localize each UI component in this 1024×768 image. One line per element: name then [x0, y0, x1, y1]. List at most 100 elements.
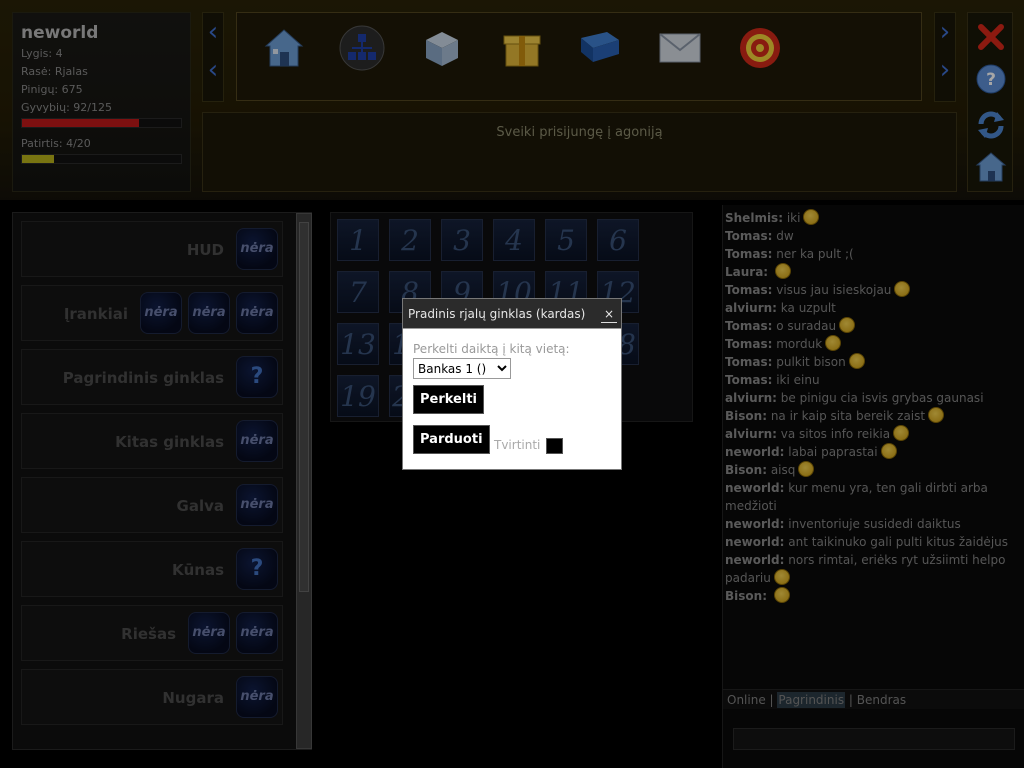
move-prompt: Perkelti daiktą į kitą vietą:: [413, 342, 570, 356]
book-icon[interactable]: [575, 23, 625, 73]
inventory-slot[interactable]: 1: [337, 219, 379, 261]
inventory-slot[interactable]: 13: [337, 323, 379, 365]
unknown-item-icon[interactable]: ?: [236, 548, 278, 590]
equipment-slot: Pagrindinis ginklas?: [21, 349, 283, 405]
chat-log: Shelmis: iki Tomas: dw Tomas: ner ka pult …: [725, 209, 1021, 687]
empty-item-slot[interactable]: nėra: [236, 420, 278, 462]
equipment-slot: Kitas ginklas nėra: [21, 413, 283, 469]
clan-icon[interactable]: [337, 23, 387, 73]
player-level: Lygis: 4: [21, 47, 63, 60]
inventory-slot[interactable]: 2: [389, 219, 431, 261]
empty-item-slot[interactable]: nėra: [236, 612, 278, 654]
chat-text: inventoriuje susidedi daiktus: [788, 517, 961, 531]
chat-author[interactable]: alviurn:: [725, 391, 777, 405]
confirm-label: Tvirtinti: [494, 438, 541, 452]
equipment-scrollbar[interactable]: [296, 213, 312, 749]
slot-label: Nugara: [162, 689, 224, 707]
chat-message: neworld: inventoriuje susidedi daiktus: [725, 515, 1021, 533]
inventory-slot[interactable]: 3: [441, 219, 483, 261]
chat-author[interactable]: neworld:: [725, 535, 784, 549]
player-health: Gyvybių: 92/125: [21, 101, 112, 114]
unknown-item-icon[interactable]: ?: [236, 356, 278, 398]
chat-text: be pinigu cia isvis grybas gaunasi: [780, 391, 984, 405]
chat-author[interactable]: Bison:: [725, 463, 767, 477]
smiley-icon: [928, 407, 945, 423]
chat-input[interactable]: [733, 728, 1015, 750]
chat-author[interactable]: neworld:: [725, 553, 784, 567]
equipment-slot: Kūnas?: [21, 541, 283, 597]
chat-tab[interactable]: Bendras: [857, 693, 906, 707]
chat-text: visus jau isieskojau: [776, 283, 892, 297]
sell-button[interactable]: Parduoti: [413, 425, 490, 454]
chat-author[interactable]: neworld:: [725, 517, 784, 531]
gift-icon[interactable]: [497, 23, 547, 73]
welcome-panel: Sveiki prisijungę į agoniją: [202, 112, 957, 192]
toolbar-left-arrows: ‹ ‹: [202, 12, 224, 102]
inventory-slot[interactable]: 4: [493, 219, 535, 261]
mail-icon[interactable]: [655, 23, 705, 73]
item-dialog: Pradinis rjalų ginklas (kardas) × Perkel…: [402, 298, 622, 470]
chat-author[interactable]: Bison:: [725, 409, 767, 423]
empty-item-slot[interactable]: nėra: [236, 228, 278, 270]
chat-author[interactable]: Tomas:: [725, 373, 772, 387]
chat-message: Tomas: dw: [725, 227, 1021, 245]
home-icon[interactable]: [973, 149, 1009, 185]
close-icon[interactable]: [973, 19, 1009, 55]
item-slot-label: nėra: [240, 433, 274, 448]
empty-item-slot[interactable]: nėra: [140, 292, 182, 334]
chat-text: iki einu: [776, 373, 820, 387]
chat-tab[interactable]: Online: [727, 693, 766, 707]
inventory-slot[interactable]: 7: [337, 271, 379, 313]
empty-item-slot[interactable]: nėra: [236, 292, 278, 334]
item-slot-label: nėra: [240, 241, 274, 256]
chat-author[interactable]: neworld:: [725, 445, 784, 459]
item-slot-label: nėra: [144, 305, 178, 320]
chat-author[interactable]: Tomas:: [725, 283, 772, 297]
scroll-right-icon[interactable]: ›: [935, 51, 955, 89]
equipment-slot: Galva nėra: [21, 477, 283, 533]
chat-author[interactable]: Bison:: [725, 589, 767, 603]
scrollbar-thumb[interactable]: [299, 222, 309, 592]
chat-author[interactable]: neworld:: [725, 481, 784, 495]
empty-item-slot[interactable]: nėra: [236, 484, 278, 526]
smiley-icon: [798, 461, 815, 477]
inventory-slot[interactable]: 6: [597, 219, 639, 261]
chat-author[interactable]: Tomas:: [725, 229, 772, 243]
scroll-left-icon[interactable]: ‹: [203, 51, 223, 89]
empty-item-slot[interactable]: nėra: [188, 612, 230, 654]
empty-item-slot[interactable]: nėra: [188, 292, 230, 334]
scroll-right-icon[interactable]: ›: [935, 13, 955, 51]
chat-author[interactable]: Shelmis:: [725, 211, 783, 225]
inventory-slot[interactable]: 19: [337, 375, 379, 417]
chat-author[interactable]: alviurn:: [725, 427, 777, 441]
chat-message: Tomas: iki einu: [725, 371, 1021, 389]
chat-author[interactable]: alviurn:: [725, 301, 777, 315]
destination-select[interactable]: Bankas 1 (): [413, 358, 511, 379]
chat-message: alviurn: va sitos info reikia: [725, 425, 1021, 443]
tab-separator: |: [845, 693, 857, 707]
chat-message: Tomas: morduk: [725, 335, 1021, 353]
help-icon[interactable]: ?: [973, 61, 1009, 97]
chat-author[interactable]: Tomas:: [725, 319, 772, 333]
inventory-box-icon[interactable]: [417, 23, 467, 73]
dialog-close-button[interactable]: ×: [601, 307, 617, 323]
scroll-left-icon[interactable]: ‹: [203, 13, 223, 51]
chat-tab[interactable]: Pagrindinis: [777, 692, 846, 708]
chat-author[interactable]: Tomas:: [725, 355, 772, 369]
refresh-icon[interactable]: [973, 107, 1009, 143]
empty-item-slot[interactable]: nėra: [236, 676, 278, 718]
target-icon[interactable]: [735, 23, 785, 73]
move-button[interactable]: Perkelti: [413, 385, 484, 414]
chat-author[interactable]: Tomas:: [725, 337, 772, 351]
house-icon[interactable]: [259, 23, 309, 73]
inventory-slot[interactable]: 5: [545, 219, 587, 261]
chat-author[interactable]: Laura:: [725, 265, 768, 279]
slot-label: Įrankiai: [63, 305, 128, 323]
confirm-checkbox[interactable]: [546, 438, 563, 454]
smiley-icon: [894, 281, 911, 297]
chat-text: ka uzpult: [780, 301, 836, 315]
chat-text: ner ka pult ;(: [776, 247, 854, 261]
toolbar-right-arrows: › ›: [934, 12, 956, 102]
chat-author[interactable]: Tomas:: [725, 247, 772, 261]
tab-separator: |: [765, 693, 778, 707]
